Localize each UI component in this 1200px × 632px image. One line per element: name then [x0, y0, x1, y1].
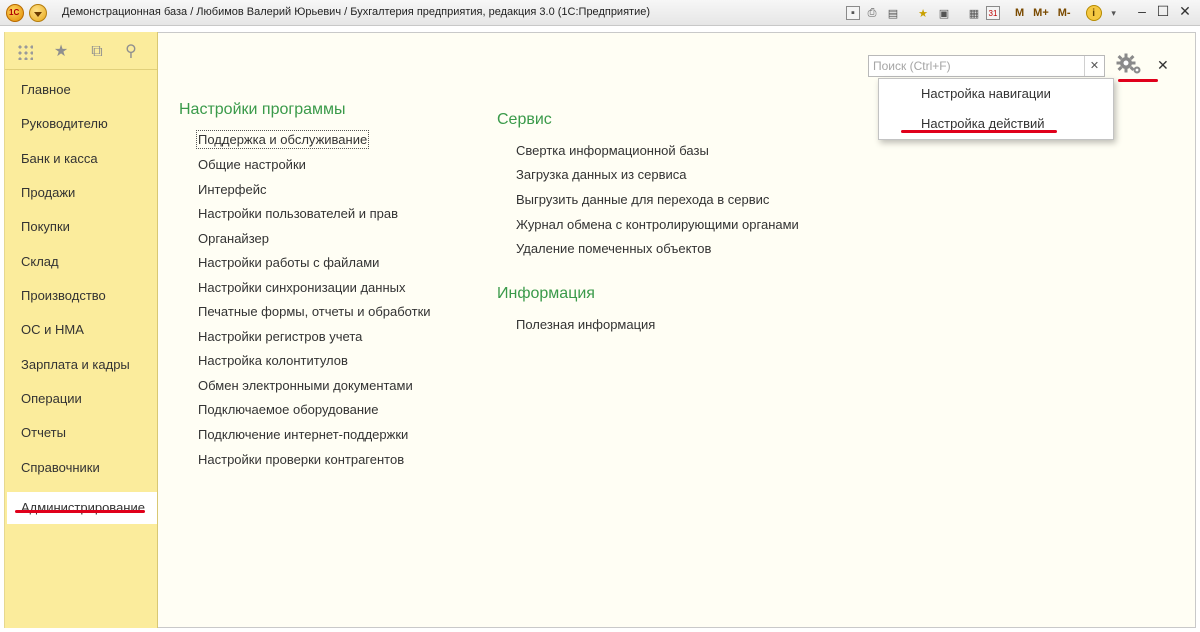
- link-users-rights[interactable]: Настройки пользователей и прав: [198, 206, 398, 221]
- section-title-information: Информация: [497, 285, 595, 302]
- memory-m-plus-button[interactable]: M+: [1030, 4, 1052, 22]
- link-delete-marked[interactable]: Удаление помеченных объектов: [516, 241, 711, 256]
- favorites-icon[interactable]: ★: [914, 4, 932, 22]
- sidebar-item-purchases[interactable]: Покупки: [21, 219, 70, 234]
- gear-icon[interactable]: [1115, 52, 1145, 78]
- info-icon[interactable]: i: [1085, 5, 1102, 21]
- link-organizer[interactable]: Органайзер: [198, 231, 269, 246]
- search-icon[interactable]: ⚲: [121, 42, 141, 62]
- history-icon[interactable]: ⧉: [87, 42, 107, 62]
- window-title: Демонстрационная база / Любимов Валерий …: [62, 6, 650, 18]
- calendar-icon[interactable]: 31: [986, 6, 1000, 20]
- link-collapse-db[interactable]: Свертка информационной базы: [516, 143, 709, 158]
- link-edo[interactable]: Обмен электронными документами: [198, 378, 413, 393]
- sidebar-item-manager[interactable]: Руководителю: [21, 116, 108, 131]
- memory-m-button[interactable]: M: [1012, 4, 1027, 22]
- annotation-underline-actions: [901, 130, 1057, 133]
- sidebar-item-warehouse[interactable]: Склад: [21, 254, 59, 269]
- maximize-button[interactable]: ☐: [1153, 3, 1173, 20]
- sidebar-item-operations[interactable]: Операции: [21, 391, 82, 406]
- annotation-underline-gear: [1118, 79, 1158, 82]
- sidebar-item-payroll[interactable]: Зарплата и кадры: [21, 357, 130, 372]
- chevron-down-icon[interactable]: ▾: [1105, 4, 1123, 22]
- title-toolbar: ▪ ⎙ ▤ ★ ▣ ▦ 31 M M+ M- i ▾: [846, 3, 1123, 23]
- menu-item-actions-settings[interactable]: Настройка действий: [921, 116, 1045, 131]
- minimize-button[interactable]: –: [1132, 3, 1152, 19]
- menu-item-navigation-settings[interactable]: Настройка навигации: [921, 86, 1051, 101]
- link-print-forms[interactable]: Печатные формы, отчеты и обработки: [198, 304, 431, 319]
- print-icon[interactable]: ⎙: [863, 4, 881, 22]
- sidebar-item-main[interactable]: Главное: [21, 82, 71, 97]
- search-input[interactable]: [869, 56, 1083, 76]
- history-icon[interactable]: ▣: [935, 4, 953, 22]
- link-load-from-service[interactable]: Загрузка данных из сервиса: [516, 167, 687, 182]
- title-bar: 1С Демонстрационная база / Любимов Валер…: [0, 0, 1200, 26]
- settings-dropdown-menu: Настройка навигации Настройка действий: [878, 78, 1114, 140]
- preview-icon[interactable]: ▤: [884, 4, 902, 22]
- link-support[interactable]: Поддержка и обслуживание: [195, 130, 370, 149]
- link-internet-support[interactable]: Подключение интернет-поддержки: [198, 427, 408, 442]
- main-menu-button[interactable]: [29, 4, 47, 22]
- sidebar-item-reports[interactable]: Отчеты: [21, 425, 66, 440]
- clear-search-button[interactable]: ✕: [1084, 56, 1104, 76]
- link-export-to-service[interactable]: Выгрузить данные для перехода в сервис: [516, 192, 769, 207]
- memory-m-minus-button[interactable]: M-: [1055, 4, 1074, 22]
- sidebar-item-assets[interactable]: ОС и НМА: [21, 322, 84, 337]
- close-window-button[interactable]: ✕: [1175, 3, 1195, 20]
- annotation-underline: [15, 510, 145, 513]
- link-counterparty-check[interactable]: Настройки проверки контрагентов: [198, 452, 404, 467]
- link-sync[interactable]: Настройки синхронизации данных: [198, 280, 406, 295]
- link-interface[interactable]: Интерфейс: [198, 182, 266, 197]
- sidebar-item-production[interactable]: Производство: [21, 288, 106, 303]
- sidebar-item-catalogs[interactable]: Справочники: [21, 460, 100, 475]
- sections-panel: ★ ⧉ ⚲ Главное Руководителю Банк и касса …: [4, 32, 158, 628]
- link-equipment[interactable]: Подключаемое оборудование: [198, 402, 379, 417]
- link-headers-footers[interactable]: Настройка колонтитулов: [198, 353, 348, 368]
- section-title-service: Сервис: [497, 111, 552, 128]
- star-icon[interactable]: ★: [51, 42, 71, 62]
- sidebar-item-administration[interactable]: Администрирование: [7, 492, 157, 524]
- link-useful-info[interactable]: Полезная информация: [516, 317, 655, 332]
- sidebar-item-bank[interactable]: Банк и касса: [21, 151, 98, 166]
- section-title-program-settings: Настройки программы: [179, 101, 346, 118]
- link-files[interactable]: Настройки работы с файлами: [198, 255, 379, 270]
- link-exchange-journal[interactable]: Журнал обмена с контролирующими органами: [516, 217, 799, 232]
- menu-grid-icon[interactable]: [17, 44, 33, 60]
- link-general-settings[interactable]: Общие настройки: [198, 157, 306, 172]
- save-icon[interactable]: ▪: [846, 6, 860, 20]
- sidebar-toolbar: ★ ⧉ ⚲: [5, 32, 157, 70]
- link-registers[interactable]: Настройки регистров учета: [198, 329, 362, 344]
- calculator-icon[interactable]: ▦: [965, 4, 983, 22]
- app-logo-icon: 1С: [6, 4, 24, 22]
- search-field: ✕: [868, 55, 1105, 77]
- close-icon[interactable]: ✕: [1157, 57, 1169, 74]
- sidebar-item-sales[interactable]: Продажи: [21, 185, 75, 200]
